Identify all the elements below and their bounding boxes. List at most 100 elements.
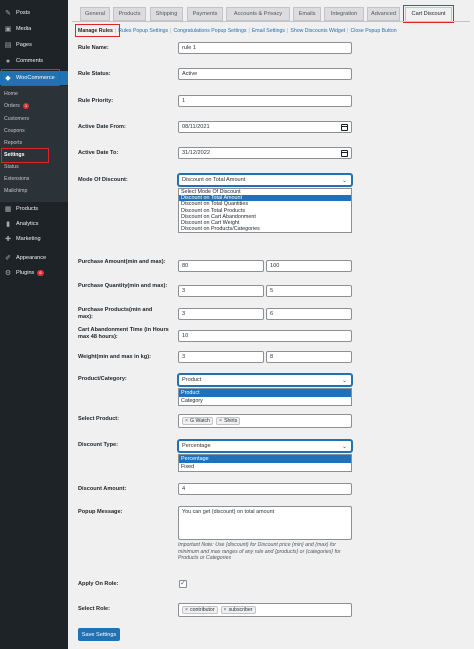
remove-tag-icon[interactable]: × <box>185 607 188 613</box>
purchase-quantity-max-input[interactable]: 5 <box>266 285 352 297</box>
chevron-down-icon: ⌄ <box>341 378 347 384</box>
pages-icon: ▤ <box>4 42 12 49</box>
comments-icon: ● <box>5 57 11 65</box>
cart-abandonment-input[interactable]: 10 <box>178 330 352 342</box>
submenu-item-status[interactable]: Status <box>4 164 19 170</box>
rule-status-select[interactable]: Active <box>178 68 352 80</box>
sidebar-item-label: Comments <box>16 58 44 64</box>
product-tag[interactable]: × G Watch <box>182 417 214 425</box>
product-category-dropdown: Product Category <box>178 388 352 406</box>
product-tag[interactable]: × Shirts <box>216 417 241 425</box>
active-from-date-input[interactable]: 08/11/2021 <box>178 121 352 133</box>
role-tag[interactable]: × contributor <box>182 606 218 614</box>
purchase-products-min-input[interactable]: 3 <box>178 308 264 320</box>
sidebar-item-marketing[interactable]: ✚ Marketing <box>0 232 68 246</box>
dropdown-option[interactable]: Fixed <box>179 463 351 471</box>
woocommerce-submenu: Home Orders 1 Customers Coupons Reports S… <box>0 86 68 202</box>
sub-navigation: Manage Rules | Rules Popup Settings | Cong… <box>78 26 397 36</box>
discount-amount-input[interactable]: 4 <box>178 483 352 495</box>
discount-type-select[interactable]: Percentage ⌄ <box>178 440 352 452</box>
tab-products[interactable]: Products <box>113 7 146 21</box>
tab-integration[interactable]: Integration <box>324 7 364 21</box>
popup-message-textarea[interactable]: You can get {discount} on total amount <box>178 506 352 540</box>
sidebar-item-posts[interactable]: ✎ Posts <box>0 6 68 20</box>
plugins-count-badge: 6 <box>37 270 44 276</box>
plugins-icon: ⚙ <box>4 270 12 277</box>
calendar-icon[interactable] <box>341 150 348 157</box>
highlight-settings <box>1 148 49 163</box>
submenu-item-extensions[interactable]: Extensions <box>4 176 29 182</box>
highlight-woocommerce <box>1 69 60 86</box>
weight-min-input[interactable]: 3 <box>178 351 264 363</box>
weight-max-input[interactable]: 8 <box>266 351 352 363</box>
calendar-icon[interactable] <box>341 124 348 131</box>
products-icon: ▦ <box>4 206 12 213</box>
dropdown-option[interactable]: Discount on Products/Categories <box>179 226 351 232</box>
submenu-item-customers[interactable]: Customers <box>4 116 29 122</box>
sidebar-item-appearance[interactable]: ✐ Appearance <box>0 251 68 265</box>
orders-count-badge: 1 <box>22 103 30 109</box>
sublink-congratulations-popup-settings[interactable]: Congratulations Popup Settings <box>174 28 247 34</box>
main-content: General Products Shipping Payments Accou… <box>68 0 474 649</box>
tag-label: subscriber <box>228 607 253 613</box>
select-role-multiselect[interactable]: × contributor × subscriber <box>178 603 352 617</box>
sidebar-item-media[interactable]: ▣ Media <box>0 22 68 36</box>
save-settings-button[interactable]: Save Settings <box>78 628 120 641</box>
product-category-value: Product <box>182 377 202 383</box>
select-role-label: Select Role: <box>78 606 111 612</box>
discount-type-value: Percentage <box>182 443 211 449</box>
tab-advanced[interactable]: Advanced <box>367 7 400 21</box>
rule-name-input[interactable]: rule 1 <box>178 42 352 54</box>
sidebar-item-label: Products <box>16 206 39 212</box>
separator: | <box>287 28 289 34</box>
analytics-icon: ▮ <box>6 221 10 228</box>
sidebar-item-pages[interactable]: ▤ Pages <box>0 38 68 52</box>
purchase-amount-max-input[interactable]: 100 <box>266 260 352 272</box>
active-to-value: 31/12/2022 <box>182 150 210 156</box>
sublink-email-settings[interactable]: Email Settings <box>252 28 285 34</box>
dropdown-option[interactable]: Product <box>179 389 351 397</box>
submenu-item-home[interactable]: Home <box>4 91 18 97</box>
submenu-item-coupons[interactable]: Coupons <box>4 128 25 134</box>
sublink-rules-popup-settings[interactable]: Rules Popup Settings <box>118 28 168 34</box>
dropdown-option[interactable]: Percentage <box>179 455 351 463</box>
remove-tag-icon[interactable]: × <box>219 418 222 424</box>
dropdown-option[interactable]: Category <box>179 397 351 405</box>
separator: | <box>170 28 172 34</box>
product-category-label: Product/Category: <box>78 376 127 382</box>
mode-of-discount-label: Mode Of Discount: <box>78 177 128 183</box>
rule-priority-input[interactable]: 1 <box>178 95 352 107</box>
remove-tag-icon[interactable]: × <box>185 418 188 424</box>
sidebar-item-comments[interactable]: ● Comments <box>0 54 68 68</box>
tab-payments[interactable]: Payments <box>187 7 223 21</box>
sublink-close-popup-button[interactable]: Close Popup Button <box>351 28 397 34</box>
submenu-item-reports[interactable]: Reports <box>4 140 22 146</box>
purchase-quantity-min-input[interactable]: 3 <box>178 285 264 297</box>
remove-tag-icon[interactable]: × <box>224 607 227 613</box>
sidebar-item-label: Posts <box>16 10 30 16</box>
tab-emails[interactable]: Emails <box>293 7 321 21</box>
admin-sidebar: ✎ Posts ▣ Media ▤ Pages ● Comments ◆ WooComme… <box>0 0 68 649</box>
submenu-item-orders[interactable]: Orders 1 <box>4 103 30 109</box>
tab-divider <box>72 21 470 22</box>
purchase-products-max-input[interactable]: 6 <box>266 308 352 320</box>
tab-accounts-privacy[interactable]: Accounts & Privacy <box>226 7 290 21</box>
sidebar-item-products[interactable]: ▦ Products <box>0 202 68 216</box>
tag-label: contributor <box>190 607 215 613</box>
sidebar-item-analytics[interactable]: ▮ Analytics <box>0 217 68 231</box>
tab-shipping[interactable]: Shipping <box>150 7 183 21</box>
sidebar-item-plugins[interactable]: ⚙ Plugins 6 <box>0 266 68 280</box>
sidebar-item-label: Appearance <box>16 255 47 261</box>
mode-of-discount-dropdown: Select Mode Of Discount Discount on Tota… <box>178 188 352 234</box>
tab-general[interactable]: General <box>80 7 110 21</box>
active-to-date-input[interactable]: 31/12/2022 <box>178 147 352 159</box>
select-product-multiselect[interactable]: × G Watch × Shirts <box>178 414 352 428</box>
purchase-amount-min-input[interactable]: 80 <box>178 260 264 272</box>
submenu-item-mailchimp[interactable]: Mailchimp <box>4 188 27 194</box>
role-tag[interactable]: × subscriber <box>220 606 256 614</box>
apply-on-role-checkbox[interactable]: ✓ <box>179 580 187 588</box>
sublink-show-discounts-widget[interactable]: Show Discounts Widget <box>290 28 345 34</box>
product-category-select[interactable]: Product ⌄ <box>178 374 352 386</box>
separator: | <box>347 28 349 34</box>
mode-of-discount-select[interactable]: Discount on Total Amount ⌄ <box>178 174 352 186</box>
